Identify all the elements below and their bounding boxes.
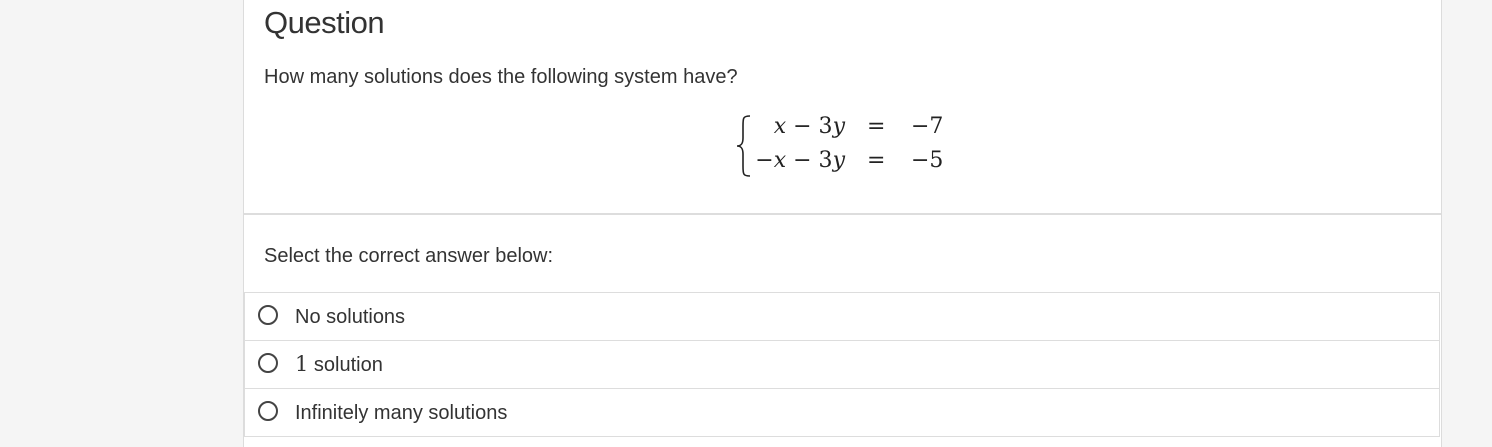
- radio-button[interactable]: [258, 305, 278, 325]
- answer-prompt: Select the correct answer below:: [264, 245, 554, 267]
- answer-option-one-solution[interactable]: 1 solution: [244, 340, 1440, 388]
- equation-system: x − 3y = −7 −x − 3y = −5: [735, 112, 955, 182]
- equation-lhs: −x − 3y: [755, 148, 845, 173]
- answer-options: No solutions 1 solution Infinitely many …: [244, 292, 1440, 437]
- equation-row-1: x − 3y = −7: [735, 114, 955, 144]
- radio-button[interactable]: [258, 401, 278, 421]
- question-prompt: How many solutions does the following sy…: [264, 66, 738, 88]
- equals-sign: =: [867, 148, 886, 173]
- equation-row-2: −x − 3y = −5: [735, 148, 955, 178]
- radio-button[interactable]: [258, 353, 278, 373]
- option-label: Infinitely many solutions: [295, 402, 508, 424]
- equation-rhs: −5: [911, 148, 944, 173]
- option-label: No solutions: [295, 306, 406, 328]
- question-card: Question How many solutions does the fol…: [243, 0, 1442, 447]
- answer-option-no-solutions[interactable]: No solutions: [244, 292, 1440, 340]
- equation-rhs: −7: [911, 114, 944, 139]
- question-title: Question: [264, 5, 385, 40]
- equation-lhs: x − 3y: [773, 114, 845, 139]
- equals-sign: =: [867, 114, 886, 139]
- question-section: Question How many solutions does the fol…: [244, 0, 1441, 215]
- option-label: 1 solution: [295, 352, 383, 376]
- answer-option-infinitely-many[interactable]: Infinitely many solutions: [244, 388, 1440, 437]
